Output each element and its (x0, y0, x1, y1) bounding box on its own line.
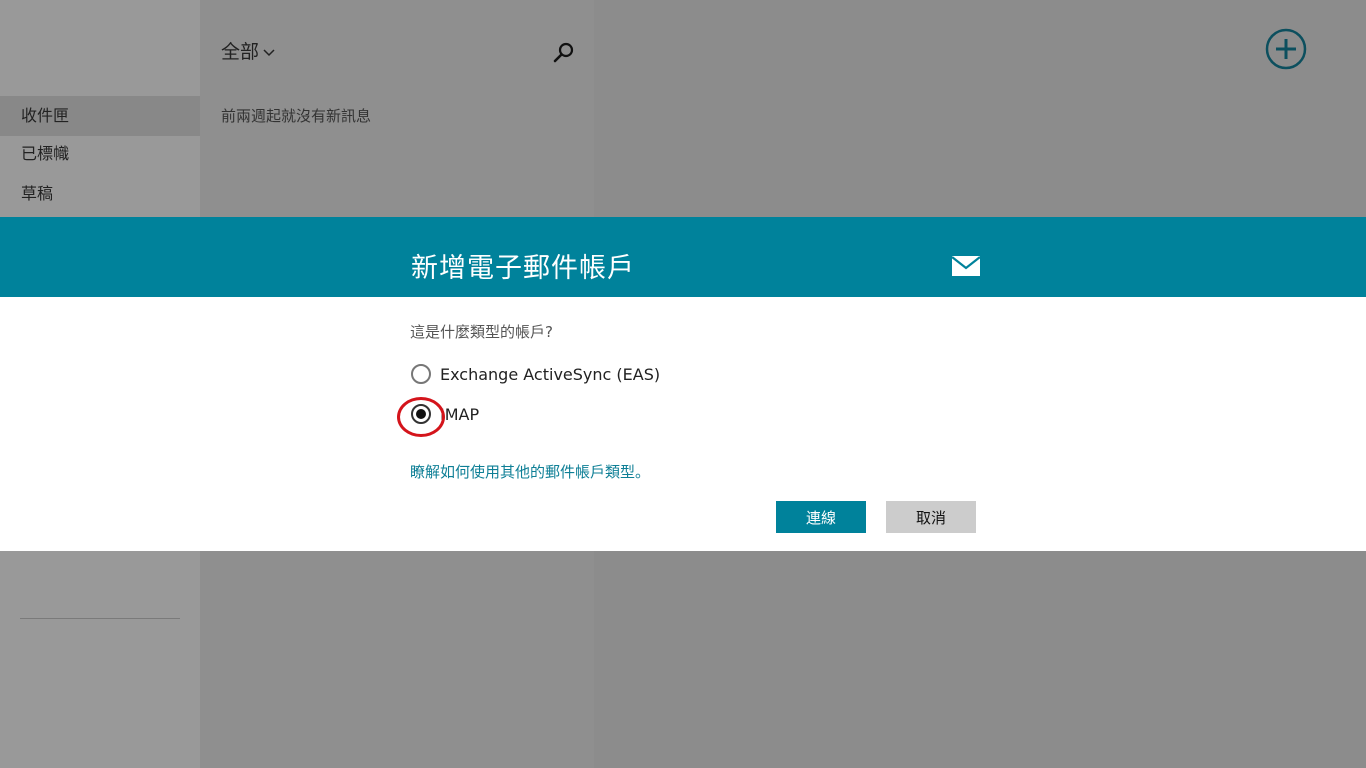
dialog-title: 新增電子郵件帳戶 (411, 253, 635, 284)
add-icon[interactable] (1264, 27, 1308, 71)
cancel-button[interactable]: 取消 (886, 501, 976, 533)
account-type-question: 這是什麼類型的帳戶? (410, 323, 553, 341)
filter-dropdown[interactable]: 全部 (221, 37, 275, 64)
folder-item-drafts[interactable]: 草稿 (0, 174, 200, 214)
mail-app-screen: 收件匣 已標幟 草稿 全部 前兩週起就沒有新訊息 新增電子郵件帳戶 這是什麼類型… (0, 0, 1366, 768)
mail-icon (951, 255, 981, 277)
learn-more-link[interactable]: 瞭解如何使用其他的郵件帳戶類型。 (410, 461, 650, 482)
radio-button-eas[interactable] (411, 364, 431, 384)
folder-label: 草稿 (21, 184, 54, 203)
folder-item-inbox[interactable]: 收件匣 (0, 96, 200, 136)
highlight-annotation (397, 397, 445, 437)
filter-label: 全部 (221, 41, 260, 63)
connect-button[interactable]: 連線 (776, 501, 866, 533)
folder-label: 收件匣 (21, 106, 70, 125)
empty-message: 前兩週起就沒有新訊息 (221, 107, 372, 125)
option-eas[interactable]: Exchange ActiveSync (EAS) (411, 364, 660, 384)
dialog-body (0, 297, 1366, 551)
search-icon[interactable] (552, 40, 576, 64)
chevron-down-icon (263, 40, 275, 62)
divider (20, 618, 180, 619)
option-label-imap: IMAP (440, 404, 480, 424)
option-label-eas: Exchange ActiveSync (EAS) (440, 364, 661, 384)
dialog-header (0, 217, 1366, 297)
folder-item-flagged[interactable]: 已標幟 (0, 134, 200, 174)
folder-label: 已標幟 (21, 144, 70, 163)
